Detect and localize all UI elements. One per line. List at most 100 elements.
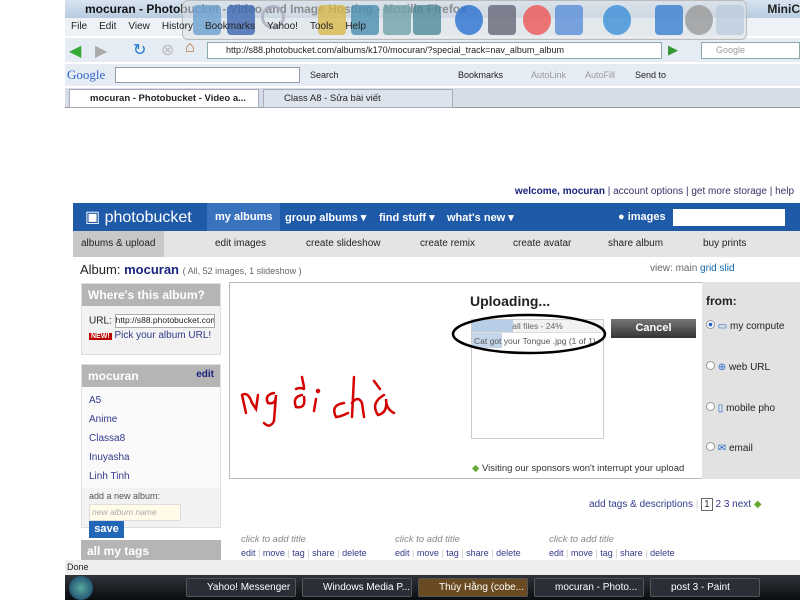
thumb-action-tag[interactable]: tag	[600, 548, 613, 558]
album-item[interactable]: Classa8	[89, 429, 220, 448]
from-option-web-url[interactable]: ⊕ web URL	[706, 361, 770, 373]
subnav-create-avatar[interactable]: create avatar	[513, 238, 571, 249]
menu-bar: File Edit View History Bookmarks Yahoo! Tools H…	[65, 18, 800, 36]
menu-help[interactable]: Help	[345, 21, 366, 32]
menu-edit[interactable]: Edit	[99, 21, 116, 32]
nav-my-albums[interactable]: my albums	[207, 203, 281, 231]
album-item[interactable]: Inuyasha	[89, 448, 220, 467]
subnav-albums-upload[interactable]: albums & upload	[73, 231, 164, 257]
menu-file[interactable]: File	[71, 21, 87, 32]
next-link[interactable]: next ◆	[732, 499, 761, 510]
photobucket-logo[interactable]: ▣ photobucket	[85, 207, 192, 227]
page-3[interactable]: 3	[724, 499, 730, 510]
edit-albums-link[interactable]: edit	[196, 369, 214, 380]
thumb-action-move[interactable]: move	[417, 548, 439, 558]
taskbar-yahoo[interactable]: Yahoo! Messenger	[186, 578, 296, 597]
album-item[interactable]: A5	[89, 391, 220, 410]
menu-view[interactable]: View	[128, 21, 150, 32]
go-icon[interactable]: ▶	[668, 42, 678, 58]
sponsor-note: ◆ Visiting our sponsors won't interrupt …	[472, 463, 685, 474]
account-options-link[interactable]: account options	[613, 186, 683, 197]
taskbar-media-player[interactable]: Windows Media P...	[302, 578, 412, 597]
thumb-action-edit[interactable]: edit	[395, 548, 410, 558]
cancel-button[interactable]: Cancel	[611, 319, 696, 338]
thumb-action-move[interactable]: move	[571, 548, 593, 558]
handwritten-drawing	[240, 375, 396, 427]
add-title-link[interactable]: click to add title	[241, 534, 367, 545]
menu-bookmarks[interactable]: Bookmarks	[205, 21, 255, 32]
forward-icon[interactable]: ▶	[95, 41, 107, 61]
autolink-button[interactable]: AutoLink	[531, 70, 566, 80]
photobucket-nav: ▣ photobucket my albums group albums ▾ f…	[73, 203, 800, 231]
thumb-action-share[interactable]: share	[466, 548, 489, 558]
home-icon[interactable]: ⌂	[185, 39, 195, 57]
images-search-input[interactable]	[673, 209, 785, 226]
view-grid[interactable]: grid	[700, 263, 717, 274]
back-icon[interactable]: ◀	[69, 41, 81, 61]
add-title-link[interactable]: click to add title	[395, 534, 521, 545]
save-button[interactable]: save	[89, 521, 124, 538]
page-1[interactable]: 1	[701, 498, 713, 511]
all-tags-title[interactable]: all my tags	[81, 540, 221, 560]
from-option-computer[interactable]: ▭ my compute	[706, 320, 784, 332]
subnav-edit-images[interactable]: edit images	[215, 238, 266, 249]
annotation-ellipse	[451, 313, 607, 355]
thumbnail-card: click to add title edit | move | tag | sh…	[395, 534, 521, 558]
thumb-action-delete[interactable]: delete	[496, 548, 521, 558]
thumb-action-tag[interactable]: tag	[446, 548, 459, 558]
reload-icon[interactable]: ↻	[133, 40, 146, 60]
sub-nav: albums & upload edit images create slide…	[73, 231, 800, 257]
nav-group-albums[interactable]: group albums ▾	[285, 211, 366, 224]
subnav-buy-prints[interactable]: buy prints	[703, 238, 746, 249]
google-search-input[interactable]	[115, 67, 300, 83]
taskbar-firefox[interactable]: mocuran - Photo...	[534, 578, 644, 597]
autofill-button[interactable]: AutoFill	[585, 70, 615, 80]
album-item[interactable]: Linh Tinh	[89, 467, 220, 486]
thumb-action-share[interactable]: share	[312, 548, 335, 558]
album-url-field[interactable]: http://s88.photobucket.com	[114, 314, 215, 328]
taskbar-chat[interactable]: Thúy Hằng (cobe...	[418, 578, 528, 597]
page-2[interactable]: 2	[715, 499, 721, 510]
from-title: from:	[706, 294, 737, 308]
menu-yahoo[interactable]: Yahoo!	[267, 21, 298, 32]
thumb-action-share[interactable]: share	[620, 548, 643, 558]
nav-find-stuff[interactable]: find stuff ▾	[379, 211, 435, 224]
storage-link[interactable]: get more storage	[691, 186, 767, 197]
send-to-button[interactable]: Send to	[635, 70, 666, 80]
thumb-action-tag[interactable]: tag	[292, 548, 305, 558]
tab-photobucket[interactable]: mocuran - Photobucket - Video a...	[69, 89, 259, 108]
thumb-action-move[interactable]: move	[263, 548, 285, 558]
help-link[interactable]: help	[775, 186, 794, 197]
menu-tools[interactable]: Tools	[310, 21, 333, 32]
thumb-action-delete[interactable]: delete	[342, 548, 367, 558]
stop-icon[interactable]: ⊗	[161, 40, 174, 60]
url-bar[interactable]: http://s88.photobucket.com/albums/k170/m…	[207, 42, 662, 59]
subnav-create-slideshow[interactable]: create slideshow	[306, 238, 380, 249]
taskbar-paint[interactable]: post 3 - Paint	[650, 578, 760, 597]
from-option-email[interactable]: ✉ email	[706, 442, 753, 454]
add-tags-link[interactable]: add tags & descriptions	[589, 499, 693, 510]
subnav-share-album[interactable]: share album	[608, 238, 663, 249]
bookmarks-button[interactable]: Bookmarks	[458, 70, 503, 80]
album-item[interactable]: Anime	[89, 410, 220, 429]
from-option-mobile[interactable]: ▯ mobile pho	[706, 402, 775, 414]
subnav-create-remix[interactable]: create remix	[420, 238, 475, 249]
thumb-action-delete[interactable]: delete	[650, 548, 675, 558]
thumb-action-edit[interactable]: edit	[549, 548, 564, 558]
welcome-text: welcome, mocuran	[514, 186, 605, 197]
view-slideshow[interactable]: slid	[720, 263, 735, 274]
add-title-link[interactable]: click to add title	[549, 534, 675, 545]
tab-class-a8[interactable]: Class A8 - Sửa bài viết	[263, 89, 453, 108]
menu-history[interactable]: History	[162, 21, 193, 32]
start-button[interactable]	[69, 576, 93, 600]
google-search-button[interactable]: Search	[310, 70, 339, 80]
thumbnail-card: click to add title edit | move | tag | sh…	[241, 534, 367, 558]
thumb-action-edit[interactable]: edit	[241, 548, 256, 558]
new-album-input[interactable]: new album name	[89, 504, 181, 521]
view-main[interactable]: main	[676, 263, 698, 274]
pick-album-url-link[interactable]: Pick your album URL!	[114, 330, 211, 341]
search-input[interactable]: Google	[701, 42, 800, 59]
nav-whats-new[interactable]: what's new ▾	[447, 211, 514, 224]
album-name[interactable]: mocuran	[124, 262, 179, 277]
google-logo: Google	[67, 67, 106, 82]
